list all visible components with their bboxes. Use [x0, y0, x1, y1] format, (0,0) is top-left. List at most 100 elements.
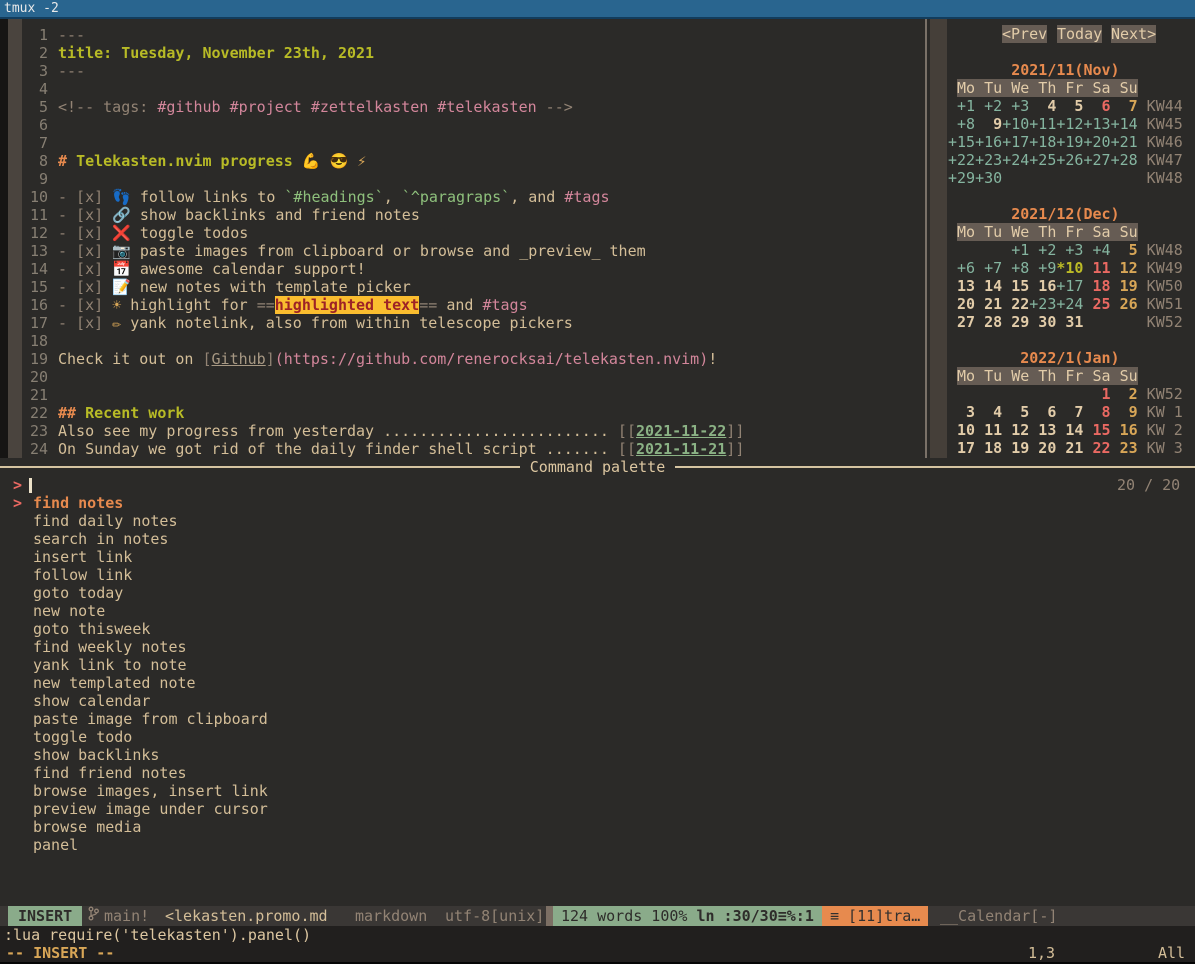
- calendar-day-cell[interactable]: 15: [1083, 421, 1110, 439]
- calendar-day-cell[interactable]: +30: [975, 169, 1002, 187]
- calendar-day-cell[interactable]: 15: [1002, 277, 1029, 295]
- editor-line[interactable]: 21: [22, 386, 925, 404]
- calendar-day-cell[interactable]: 18: [1083, 277, 1110, 295]
- calendar-day-cell[interactable]: +24: [1056, 295, 1083, 313]
- editor-line[interactable]: 2title: Tuesday, November 23th, 2021: [22, 44, 925, 62]
- palette-item[interactable]: follow link: [0, 566, 1195, 584]
- palette-item[interactable]: yank link to note: [0, 656, 1195, 674]
- palette-item[interactable]: preview image under cursor: [0, 800, 1195, 818]
- editor-line[interactable]: 9: [22, 170, 925, 188]
- calendar-day-cell[interactable]: 16: [1029, 277, 1056, 295]
- calendar-day-cell[interactable]: 1: [1083, 385, 1110, 403]
- command-line[interactable]: :lua require('telekasten').panel(): [0, 926, 1195, 944]
- calendar-day-cell[interactable]: 21: [1056, 439, 1083, 457]
- calendar-day-cell[interactable]: 30: [1029, 313, 1056, 331]
- calendar-day-cell[interactable]: +26: [1056, 151, 1083, 169]
- editor-line[interactable]: 1---: [22, 26, 925, 44]
- calendar-day-cell[interactable]: +9: [1029, 259, 1056, 277]
- calendar-day-cell[interactable]: 25: [1083, 295, 1110, 313]
- calendar-day-cell[interactable]: +1: [1002, 241, 1029, 259]
- palette-item[interactable]: goto thisweek: [0, 620, 1195, 638]
- calendar-day-cell[interactable]: +11: [1029, 115, 1056, 133]
- editor-line[interactable]: 18: [22, 332, 925, 350]
- calendar-day-cell[interactable]: +8: [1002, 259, 1029, 277]
- calendar-day-cell[interactable]: +25: [1029, 151, 1056, 169]
- calendar-day-cell[interactable]: [1083, 313, 1110, 331]
- calendar-day-cell[interactable]: 9: [1111, 403, 1138, 421]
- calendar-day-cell[interactable]: +23: [975, 151, 1002, 169]
- calendar-day-cell[interactable]: +12: [1056, 115, 1083, 133]
- calendar-today-button[interactable]: Today: [1057, 25, 1102, 43]
- calendar-day-cell[interactable]: +4: [1083, 241, 1110, 259]
- calendar-day-cell[interactable]: +19: [1056, 133, 1083, 151]
- calendar-day-cell[interactable]: +18: [1029, 133, 1056, 151]
- calendar-day-cell[interactable]: 22: [1083, 439, 1110, 457]
- editor-line[interactable]: 15- [x] 📝 new notes with template picker: [22, 278, 925, 296]
- calendar-day-cell[interactable]: +17: [1056, 277, 1083, 295]
- palette-prompt[interactable]: > 20 / 20: [0, 476, 1195, 494]
- calendar-day-cell[interactable]: 23: [1111, 439, 1138, 457]
- calendar-day-cell[interactable]: [975, 241, 1002, 259]
- calendar-day-cell[interactable]: +3: [1056, 241, 1083, 259]
- editor-line[interactable]: 11- [x] 🔗 show backlinks and friend note…: [22, 206, 925, 224]
- palette-item[interactable]: browse media: [0, 818, 1195, 836]
- calendar-day-cell[interactable]: 16: [1111, 421, 1138, 439]
- calendar-day-cell[interactable]: +21: [1111, 133, 1138, 151]
- palette-item[interactable]: goto today: [0, 584, 1195, 602]
- calendar-day-cell[interactable]: 27: [948, 313, 975, 331]
- calendar-day-cell[interactable]: 19: [1002, 439, 1029, 457]
- calendar-day-cell[interactable]: 26: [1111, 295, 1138, 313]
- calendar-day-cell[interactable]: +13: [1083, 115, 1110, 133]
- editor-line[interactable]: 10- [x] 👣 follow links to `#headings`, `…: [22, 188, 925, 206]
- calendar-day-cell[interactable]: 21: [975, 295, 1002, 313]
- calendar-day-cell[interactable]: 13: [1029, 421, 1056, 439]
- calendar-day-cell[interactable]: 7: [1111, 97, 1138, 115]
- calendar-day-cell[interactable]: 7: [1056, 403, 1083, 421]
- editor-line[interactable]: 6: [22, 116, 925, 134]
- calendar-day-cell[interactable]: +24: [1002, 151, 1029, 169]
- editor-line[interactable]: 19Check it out on [Github](https://githu…: [22, 350, 925, 368]
- filename-label[interactable]: <lekasten.promo.md: [165, 906, 328, 926]
- calendar-day-cell[interactable]: [1029, 385, 1056, 403]
- calendar-day-cell[interactable]: +22: [948, 151, 975, 169]
- calendar-day-cell[interactable]: *10: [1056, 259, 1083, 277]
- calendar-day-cell[interactable]: +29: [948, 169, 975, 187]
- editor-line[interactable]: 20: [22, 368, 925, 386]
- editor-line[interactable]: 23Also see my progress from yesterday ..…: [22, 422, 925, 440]
- calendar-day-cell[interactable]: 5: [1056, 97, 1083, 115]
- editor-line[interactable]: 14- [x] 📅 awesome calendar support!: [22, 260, 925, 278]
- editor-line[interactable]: 3---: [22, 62, 925, 80]
- calendar-day-cell[interactable]: 14: [975, 277, 1002, 295]
- calendar-day-cell[interactable]: 29: [1002, 313, 1029, 331]
- palette-item[interactable]: find weekly notes: [0, 638, 1195, 656]
- calendar-day-cell[interactable]: 8: [1083, 403, 1110, 421]
- calendar-day-cell[interactable]: [1002, 385, 1029, 403]
- calendar-day-cell[interactable]: +20: [1083, 133, 1110, 151]
- calendar-day-cell[interactable]: 11: [975, 421, 1002, 439]
- palette-item[interactable]: browse images, insert link: [0, 782, 1195, 800]
- calendar-prev-button[interactable]: <Prev: [1002, 25, 1047, 43]
- palette-item[interactable]: new note: [0, 602, 1195, 620]
- palette-item[interactable]: insert link: [0, 548, 1195, 566]
- window-separator[interactable]: [925, 19, 927, 458]
- calendar-day-cell[interactable]: 2: [1111, 385, 1138, 403]
- editor-line[interactable]: 5<!-- tags: #github #project #zettelkast…: [22, 98, 925, 116]
- buffer-tab-segment[interactable]: ≡ [11]tra…: [822, 906, 928, 926]
- editor-line[interactable]: 7: [22, 134, 925, 152]
- calendar-day-cell[interactable]: [1111, 169, 1138, 187]
- calendar-day-cell[interactable]: 12: [1002, 421, 1029, 439]
- calendar-day-cell[interactable]: 20: [1029, 439, 1056, 457]
- calendar-day-cell[interactable]: [1029, 169, 1056, 187]
- calendar-day-cell[interactable]: [1002, 169, 1029, 187]
- calendar-day-cell[interactable]: 6: [1029, 403, 1056, 421]
- editor-line[interactable]: 22## Recent work: [22, 404, 925, 422]
- calendar-day-cell[interactable]: +17: [1002, 133, 1029, 151]
- editor-line[interactable]: 24On Sunday we got rid of the daily find…: [22, 440, 925, 458]
- calendar-next-button[interactable]: Next>: [1111, 25, 1156, 43]
- palette-item[interactable]: show backlinks: [0, 746, 1195, 764]
- calendar-day-cell[interactable]: 22: [1002, 295, 1029, 313]
- editor-line[interactable]: 8# Telekasten.nvim progress 💪 😎 ⚡: [22, 152, 925, 170]
- calendar-day-cell[interactable]: 17: [948, 439, 975, 457]
- calendar-day-cell[interactable]: 13: [948, 277, 975, 295]
- calendar-day-cell[interactable]: 12: [1111, 259, 1138, 277]
